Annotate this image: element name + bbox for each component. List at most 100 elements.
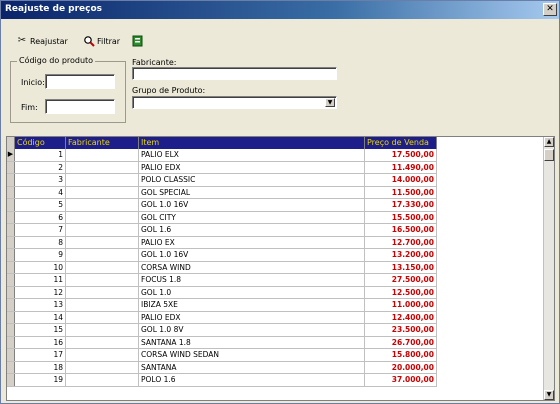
cell-preco[interactable]: 23.500,00 xyxy=(365,324,437,336)
cell-preco[interactable]: 16.500,00 xyxy=(365,224,437,236)
cell-preco[interactable]: 26.700,00 xyxy=(365,336,437,348)
cell-item[interactable]: GOL 1.0 xyxy=(139,286,365,298)
table-row[interactable]: 19 POLO 1.6 37.000,00 xyxy=(7,374,437,387)
cell-fabricante[interactable] xyxy=(66,249,139,261)
table-row[interactable]: 8 PALIO EX 12.700,00 xyxy=(7,236,437,249)
filtrar-button[interactable]: Filtrar xyxy=(83,34,120,48)
cell-fabricante[interactable] xyxy=(66,374,139,386)
cell-item[interactable]: POLO CLASSIC xyxy=(139,174,365,186)
cell-preco[interactable]: 14.000,00 xyxy=(365,174,437,186)
cell-preco[interactable]: 27.500,00 xyxy=(365,274,437,286)
scroll-down-arrow-icon[interactable]: ▼ xyxy=(544,390,554,400)
cell-item[interactable]: GOL CITY xyxy=(139,211,365,223)
cell-preco[interactable]: 37.000,00 xyxy=(365,374,437,386)
cell-codigo[interactable]: 6 xyxy=(15,211,66,223)
table-row[interactable]: 18 SANTANA 20.000,00 xyxy=(7,361,437,374)
cell-preco[interactable]: 17.330,00 xyxy=(365,199,437,211)
cell-fabricante[interactable] xyxy=(66,236,139,248)
table-row[interactable]: ▶ 1 PALIO ELX 17.500,00 xyxy=(7,149,437,162)
table-row[interactable]: 4 GOL SPECIAL 11.500,00 xyxy=(7,186,437,199)
cell-item[interactable]: GOL 1.6 xyxy=(139,224,365,236)
cell-fabricante[interactable] xyxy=(66,161,139,173)
cell-preco[interactable]: 20.000,00 xyxy=(365,361,437,373)
cell-item[interactable]: SANTANA 1.8 xyxy=(139,336,365,348)
inicio-field[interactable] xyxy=(45,74,115,89)
vertical-scrollbar[interactable]: ▲ ▼ xyxy=(543,137,554,400)
table-row[interactable]: 12 GOL 1.0 12.500,00 xyxy=(7,286,437,299)
cell-preco[interactable]: 15.500,00 xyxy=(365,211,437,223)
cell-fabricante[interactable] xyxy=(66,261,139,273)
cell-codigo[interactable]: 9 xyxy=(15,249,66,261)
table-row[interactable]: 15 GOL 1.0 8V 23.500,00 xyxy=(7,324,437,337)
cell-codigo[interactable]: 1 xyxy=(15,149,66,161)
cell-codigo[interactable]: 19 xyxy=(15,374,66,386)
cell-item[interactable]: GOL 1.0 16V xyxy=(139,199,365,211)
cell-item[interactable]: GOL 1.0 16V xyxy=(139,249,365,261)
table-row[interactable]: 10 CORSA WIND 13.150,00 xyxy=(7,261,437,274)
cell-item[interactable]: CORSA WIND xyxy=(139,261,365,273)
cell-item[interactable]: PALIO EDX xyxy=(139,161,365,173)
close-button[interactable]: ✕ xyxy=(543,3,557,16)
cell-item[interactable]: POLO 1.6 xyxy=(139,374,365,386)
cell-fabricante[interactable] xyxy=(66,199,139,211)
fabricante-field[interactable] xyxy=(132,67,337,80)
cell-codigo[interactable]: 15 xyxy=(15,324,66,336)
title-bar[interactable]: Reajuste de preços ✕ xyxy=(1,1,559,19)
cell-preco[interactable]: 17.500,00 xyxy=(365,149,437,161)
scroll-up-arrow-icon[interactable]: ▲ xyxy=(544,137,554,147)
table-row[interactable]: 17 CORSA WIND SEDAN 15.800,00 xyxy=(7,349,437,362)
cell-codigo[interactable]: 18 xyxy=(15,361,66,373)
cell-preco[interactable]: 13.150,00 xyxy=(365,261,437,273)
cell-codigo[interactable]: 17 xyxy=(15,349,66,361)
cell-fabricante[interactable] xyxy=(66,361,139,373)
cell-fabricante[interactable] xyxy=(66,324,139,336)
cell-fabricante[interactable] xyxy=(66,349,139,361)
cell-preco[interactable]: 12.700,00 xyxy=(365,236,437,248)
table-row[interactable]: 6 GOL CITY 15.500,00 xyxy=(7,211,437,224)
table-row[interactable]: 7 GOL 1.6 16.500,00 xyxy=(7,224,437,237)
table-row[interactable]: 11 FOCUS 1.8 27.500,00 xyxy=(7,274,437,287)
export-excel-button[interactable] xyxy=(132,34,144,48)
table-row[interactable]: 14 PALIO EDX 12.400,00 xyxy=(7,311,437,324)
cell-codigo[interactable]: 14 xyxy=(15,311,66,323)
cell-item[interactable]: GOL 1.0 8V xyxy=(139,324,365,336)
col-header-item[interactable]: Item xyxy=(139,137,365,149)
grupo-produto-select[interactable]: ▼ xyxy=(132,96,337,109)
cell-codigo[interactable]: 8 xyxy=(15,236,66,248)
table-row[interactable]: 5 GOL 1.0 16V 17.330,00 xyxy=(7,199,437,212)
cell-codigo[interactable]: 3 xyxy=(15,174,66,186)
cell-codigo[interactable]: 5 xyxy=(15,199,66,211)
table-row[interactable]: 16 SANTANA 1.8 26.700,00 xyxy=(7,336,437,349)
chevron-down-icon[interactable]: ▼ xyxy=(325,98,335,107)
cell-fabricante[interactable] xyxy=(66,211,139,223)
cell-fabricante[interactable] xyxy=(66,311,139,323)
cell-codigo[interactable]: 11 xyxy=(15,274,66,286)
cell-fabricante[interactable] xyxy=(66,174,139,186)
cell-item[interactable]: SANTANA xyxy=(139,361,365,373)
cell-fabricante[interactable] xyxy=(66,299,139,311)
cell-item[interactable]: CORSA WIND SEDAN xyxy=(139,349,365,361)
cell-codigo[interactable]: 7 xyxy=(15,224,66,236)
cell-fabricante[interactable] xyxy=(66,286,139,298)
col-header-codigo[interactable]: Código xyxy=(15,137,66,149)
cell-item[interactable]: FOCUS 1.8 xyxy=(139,274,365,286)
cell-preco[interactable]: 12.500,00 xyxy=(365,286,437,298)
cell-preco[interactable]: 12.400,00 xyxy=(365,311,437,323)
col-header-preco[interactable]: Preço de Venda xyxy=(365,137,437,149)
cell-preco[interactable]: 11.500,00 xyxy=(365,186,437,198)
table-row[interactable]: 2 PALIO EDX 11.490,00 xyxy=(7,161,437,174)
cell-item[interactable]: PALIO ELX xyxy=(139,149,365,161)
table-row[interactable]: 13 IBIZA 5XE 11.000,00 xyxy=(7,299,437,312)
cell-fabricante[interactable] xyxy=(66,224,139,236)
cell-item[interactable]: GOL SPECIAL xyxy=(139,186,365,198)
cell-preco[interactable]: 15.800,00 xyxy=(365,349,437,361)
cell-item[interactable]: PALIO EX xyxy=(139,236,365,248)
cell-codigo[interactable]: 10 xyxy=(15,261,66,273)
cell-preco[interactable]: 11.490,00 xyxy=(365,161,437,173)
col-header-fabricante[interactable]: Fabricante xyxy=(66,137,139,149)
cell-codigo[interactable]: 16 xyxy=(15,336,66,348)
scroll-thumb[interactable] xyxy=(544,149,554,161)
cell-fabricante[interactable] xyxy=(66,274,139,286)
cell-item[interactable]: IBIZA 5XE xyxy=(139,299,365,311)
reajustar-button[interactable]: ✂ Reajustar xyxy=(16,34,68,48)
